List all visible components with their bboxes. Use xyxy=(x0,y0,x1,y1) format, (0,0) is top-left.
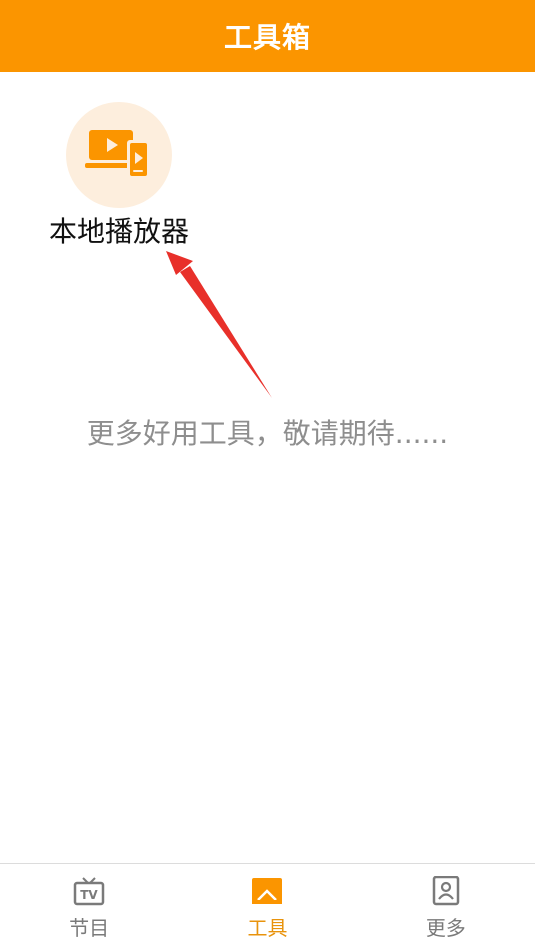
tool-local-player[interactable]: 本地播放器 xyxy=(30,100,210,250)
tab-label: 更多 xyxy=(425,916,466,940)
tab-programs[interactable]: TV 节目 xyxy=(0,864,178,952)
tv-icon: TV xyxy=(73,877,105,906)
toolbox-icon xyxy=(252,878,283,904)
profile-icon xyxy=(432,876,460,906)
title-bar: 工具箱 xyxy=(0,0,535,72)
tab-tools[interactable]: 工具 xyxy=(178,864,356,952)
svg-text:TV: TV xyxy=(80,888,98,902)
annotation-arrow xyxy=(166,251,272,398)
tab-label: 节目 xyxy=(69,916,110,940)
tab-label: 工具 xyxy=(247,916,288,940)
coming-soon-text: 更多好用工具，敬请期待...... xyxy=(86,417,449,450)
bottom-tab-bar: TV 节目 工具 更多 xyxy=(0,863,535,952)
page-title: 工具箱 xyxy=(223,21,311,54)
local-player-icon xyxy=(66,102,172,208)
tab-more[interactable]: 更多 xyxy=(357,864,535,952)
